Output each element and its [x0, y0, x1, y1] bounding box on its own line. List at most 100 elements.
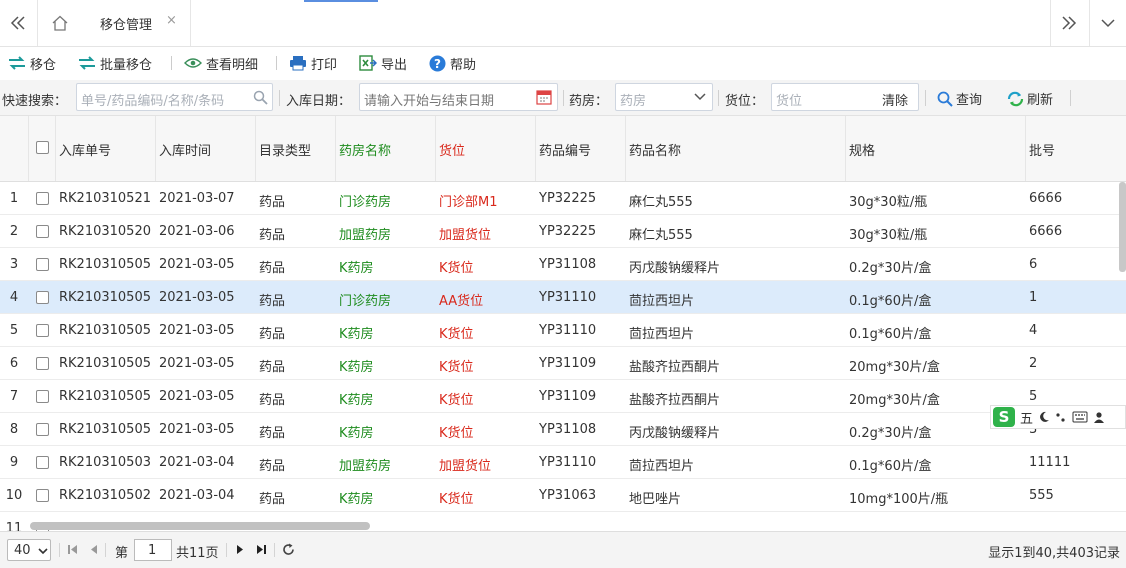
cell-order: RK210310505 [59, 323, 151, 338]
column-header[interactable]: 药房名称 [339, 140, 391, 159]
cell-code: YP32225 [539, 191, 597, 206]
keyboard-icon[interactable] [1072, 411, 1088, 423]
close-tab-icon[interactable]: × [166, 13, 177, 28]
table-row[interactable]: 4 RK210310505 2021-03-05 药品 门诊药房 AA货位 YP31110 茴… [0, 281, 1126, 314]
row-checkbox[interactable] [36, 456, 49, 469]
transfer-button[interactable]: 移仓 [8, 53, 56, 73]
punctuation-icon[interactable] [1055, 411, 1067, 423]
home-icon[interactable] [42, 0, 78, 46]
column-header[interactable]: 入库时间 [159, 140, 211, 159]
row-checkbox[interactable] [36, 324, 49, 337]
table-row[interactable]: 3 RK210310505 2021-03-05 药品 K药房 K货位 YP31108 丙戊酸… [0, 248, 1126, 281]
cell-order: RK210310503 [59, 455, 151, 470]
page-size-select[interactable]: 40 [7, 539, 51, 561]
cell-order: RK210310502 [59, 488, 151, 503]
chevron-down-icon [38, 548, 48, 555]
row-checkbox[interactable] [36, 258, 49, 271]
next-page-icon[interactable] [236, 544, 244, 555]
row-checkbox[interactable] [36, 192, 49, 205]
cell-order: RK210310505 [59, 356, 151, 371]
divider [274, 543, 275, 557]
cell-code: YP31110 [539, 455, 597, 470]
divider [28, 116, 29, 181]
batch-transfer-button[interactable]: 批量移仓 [78, 53, 152, 73]
column-header[interactable]: 药品名称 [629, 140, 681, 159]
cell-batch: 555 [1029, 488, 1054, 503]
column-header[interactable]: 药品编号 [539, 140, 591, 159]
calendar-icon[interactable] [536, 89, 552, 105]
column-header[interactable]: 货位 [439, 140, 465, 159]
table-row[interactable]: 5 RK210310505 2021-03-05 药品 K药房 K货位 YP31110 茴拉西… [0, 314, 1126, 347]
tab-transfer-management[interactable]: 移仓管理 × [82, 0, 190, 46]
table-row[interactable]: 2 RK210310520 2021-03-06 药品 加盟药房 加盟货位 YP32225 麻… [0, 215, 1126, 248]
cell-name: 麻仁丸555 [629, 195, 693, 210]
column-header[interactable]: 目录类型 [259, 140, 311, 159]
transfer-label: 移仓 [30, 57, 57, 73]
chevron-down-icon[interactable] [1090, 0, 1126, 46]
table-row[interactable]: 9 RK210310503 2021-03-04 药品 加盟药房 加盟货位 YP31110 茴… [0, 446, 1126, 479]
user-icon[interactable] [1093, 411, 1105, 423]
table-row[interactable]: 6 RK210310505 2021-03-05 药品 K药房 K货位 YP31109 盐酸齐… [0, 347, 1126, 380]
search-icon[interactable] [253, 90, 268, 105]
row-checkbox[interactable] [36, 357, 49, 370]
cell-pharmacy: 门诊药房 [339, 294, 392, 309]
vertical-scrollbar[interactable] [1119, 182, 1126, 272]
row-checkbox[interactable] [36, 423, 49, 436]
row-number: 7 [9, 389, 19, 404]
export-button[interactable]: 导出 [359, 53, 407, 73]
ime-toolbar[interactable]: S 五 [990, 405, 1126, 429]
select-all-checkbox[interactable] [36, 141, 49, 154]
table-row[interactable]: 1 RK210310521 2021-03-07 药品 门诊药房 门诊部M1 YP32225… [0, 182, 1126, 215]
refresh-button[interactable]: 刷新 [1007, 89, 1053, 108]
divider [276, 56, 277, 70]
location-input[interactable]: 货位 清除 [771, 83, 919, 111]
first-page-icon[interactable] [68, 544, 78, 555]
column-header[interactable]: 规格 [849, 140, 875, 159]
row-checkbox[interactable] [36, 489, 49, 502]
view-detail-button[interactable]: 查看明细 [184, 53, 258, 73]
pharmacy-select[interactable]: 药房 [615, 83, 713, 111]
clear-button[interactable]: 清除 [882, 90, 908, 109]
table-row[interactable]: 7 RK210310505 2021-03-05 药品 K药房 K货位 YP31109 盐酸齐… [0, 380, 1126, 413]
ime-mode[interactable]: 五 [1020, 408, 1033, 427]
reload-icon[interactable] [282, 543, 295, 556]
cell-type: 药品 [259, 195, 286, 210]
query-button[interactable]: 查询 [937, 89, 982, 108]
scroll-tabs-left-icon[interactable] [0, 0, 36, 46]
row-number: 8 [9, 422, 19, 437]
current-page-input[interactable]: 1 [134, 539, 172, 561]
divider [37, 0, 38, 46]
last-page-icon[interactable] [256, 544, 266, 555]
cell-pharmacy: 加盟药房 [339, 459, 392, 474]
cell-location: 门诊部M1 [439, 195, 498, 210]
date-range-input[interactable]: 请输入开始与结束日期 [359, 83, 558, 111]
cell-date: 2021-03-05 [159, 323, 235, 338]
moon-icon[interactable] [1038, 411, 1050, 423]
row-checkbox[interactable] [36, 225, 49, 238]
row-checkbox[interactable] [36, 291, 49, 304]
chevron-down-icon[interactable] [694, 93, 706, 101]
filter-bar: 快速搜索： 单号/药品编码/名称/条码 入库日期： 请输入开始与结束日期 药房：… [0, 80, 1126, 115]
print-label: 打印 [311, 57, 338, 73]
horizontal-scrollbar[interactable] [30, 522, 370, 530]
table-row[interactable]: 8 RK210310505 2021-03-05 药品 K药房 K货位 YP31108 丙戊酸… [0, 413, 1126, 446]
cell-order: RK210310521 [59, 191, 151, 206]
cell-location: K货位 [439, 360, 474, 375]
quick-search-input[interactable]: 单号/药品编码/名称/条码 [76, 83, 273, 111]
prev-page-icon[interactable] [90, 544, 98, 555]
divider [435, 116, 436, 181]
cell-spec: 20mg*30片/盒 [849, 360, 940, 375]
cell-code: YP31110 [539, 290, 597, 305]
help-button[interactable]: ? 帮助 [429, 53, 476, 73]
scroll-tabs-right-icon[interactable] [1051, 0, 1087, 46]
column-header[interactable]: 入库单号 [59, 140, 111, 159]
page-size-value: 40 [14, 543, 31, 558]
ime-logo: S [993, 407, 1015, 427]
print-button[interactable]: 打印 [289, 53, 337, 73]
row-checkbox[interactable] [36, 390, 49, 403]
divider [1070, 90, 1071, 106]
cell-type: 药品 [259, 426, 286, 441]
cell-date: 2021-03-05 [159, 389, 235, 404]
table-row[interactable]: 10 RK210310502 2021-03-04 药品 K药房 K货位 YP31063 地巴… [0, 479, 1126, 512]
column-header[interactable]: 批号 [1029, 140, 1055, 159]
